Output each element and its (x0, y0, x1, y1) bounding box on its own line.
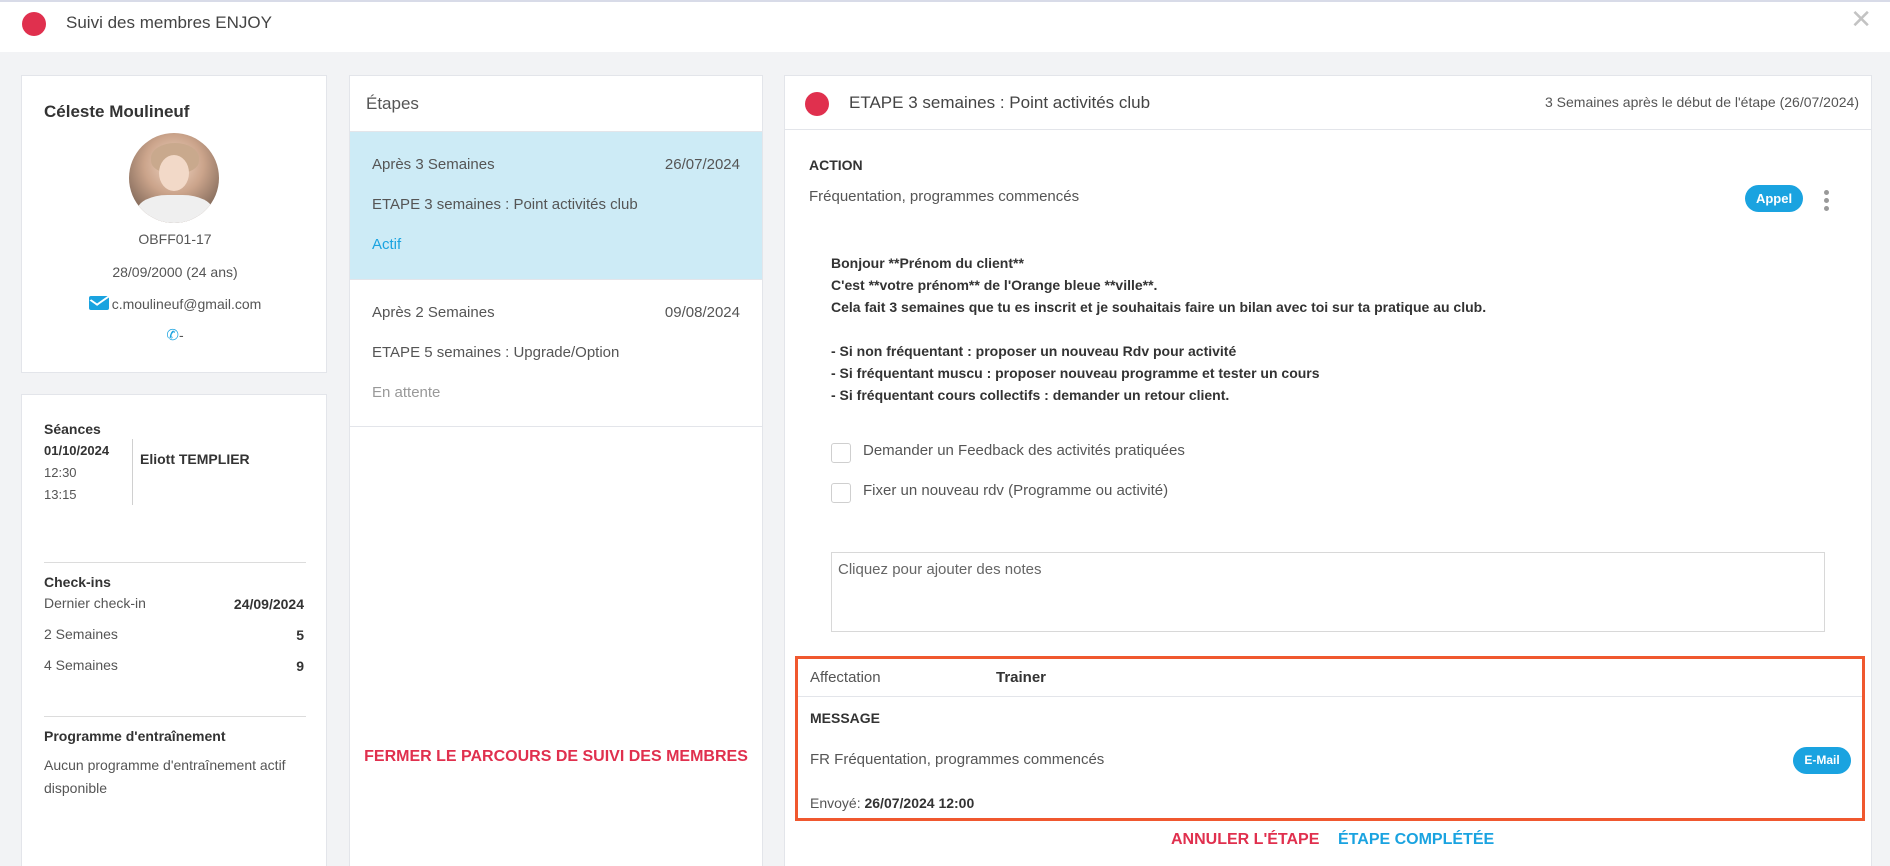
steps-title: Étapes (366, 94, 419, 113)
seance-divider (132, 439, 133, 505)
checkin-value: 9 (296, 658, 304, 674)
member-name: Céleste Moulineuf (44, 102, 190, 121)
program-text: disponible (44, 780, 108, 796)
step-name: ETAPE 5 semaines : Upgrade/Option (372, 344, 620, 361)
checkin-label: 4 Semaines (44, 657, 118, 673)
divider (44, 562, 306, 563)
checkin-value: 5 (296, 627, 304, 643)
avatar (129, 133, 219, 223)
member-phone-row[interactable]: ✆- (22, 326, 328, 344)
step-item-active[interactable]: Après 3 Semaines 26/07/2024 ETAPE 3 sema… (350, 131, 762, 279)
step-delay: Après 3 Semaines (372, 156, 495, 173)
detail-subtitle: 3 Semaines après le début de l'étape (26… (1544, 94, 1859, 110)
message-heading: MESSAGE (810, 710, 881, 726)
new-rdv-checkbox-label: Fixer un nouveau rdv (Programme ou activ… (863, 482, 1169, 499)
member-email[interactable]: c.moulineuf@gmail.com (112, 296, 262, 312)
member-email-row[interactable]: c.moulineuf@gmail.com (22, 296, 328, 312)
steps-panel: Étapes Après 3 Semaines 26/07/2024 ETAPE… (349, 75, 763, 866)
window-title: Suivi des membres ENJOY (66, 13, 272, 32)
status-dot-icon (805, 92, 829, 116)
seance-date: 01/10/2024 (44, 443, 110, 458)
script-line: Bonjour **Prénom du client** (831, 255, 1024, 271)
detail-header: ETAPE 3 semaines : Point activités club … (785, 76, 1871, 130)
avatar-shirt (137, 195, 213, 223)
notes-field[interactable]: Cliquez pour ajouter des notes (831, 552, 1825, 632)
complete-step-link[interactable]: ÉTAPE COMPLÉTÉE (1338, 831, 1494, 849)
mail-icon (88, 296, 109, 310)
sent-value: 26/07/2024 12:00 (864, 795, 975, 811)
sent-label: Envoyé: (810, 795, 861, 811)
step-status: En attente (372, 384, 441, 401)
step-detail-panel: ETAPE 3 semaines : Point activités club … (784, 75, 1872, 866)
cancel-step-link[interactable]: ANNULER L'ÉTAPE (1171, 831, 1319, 849)
member-birthdate: 28/09/2000 (24 ans) (112, 264, 238, 280)
feedback-checkbox-label: Demander un Feedback des activités prati… (863, 442, 1185, 459)
close-icon[interactable]: ✕ (1850, 6, 1872, 32)
script-line: C'est **votre prénom** de l'Orange bleue… (831, 277, 1158, 293)
member-id: OBFF01-17 (138, 231, 212, 247)
email-button[interactable]: E-Mail (1793, 747, 1851, 774)
step-name: ETAPE 3 semaines : Point activités club (372, 196, 638, 213)
action-text: Fréquentation, programmes commencés (809, 188, 1080, 205)
close-tracking-link[interactable]: FERMER LE PARCOURS DE SUIVI DES MEMBRES (350, 748, 762, 766)
checkin-label: 2 Semaines (44, 626, 118, 642)
enjoy-logo-dot (22, 12, 46, 36)
message-text: FR Fréquentation, programmes commencés (810, 751, 1105, 768)
affectation-label: Affectation (810, 669, 881, 686)
seance-coach: Eliott TEMPLIER (140, 451, 250, 467)
checkin-label: Dernier check-in (44, 595, 146, 611)
step-date: 26/07/2024 (664, 156, 740, 173)
new-rdv-checkbox[interactable] (831, 483, 851, 503)
detail-title: ETAPE 3 semaines : Point activités club (849, 93, 1151, 112)
affectation-value: Trainer (996, 669, 1047, 686)
step-date: 09/08/2024 (664, 304, 740, 321)
call-button[interactable]: Appel (1745, 185, 1803, 212)
action-heading: ACTION (809, 157, 863, 173)
member-profile-card: Céleste Moulineuf OBFF01-17 28/09/2000 (… (21, 75, 327, 373)
avatar-face (159, 155, 189, 191)
more-options-icon[interactable] (1824, 190, 1830, 214)
step-status: Actif (372, 236, 402, 253)
script-line (831, 318, 1486, 340)
script-line: - Si fréquentant muscu : proposer nouvea… (831, 365, 1320, 381)
script-line: Cela fait 3 semaines que tu es inscrit e… (831, 299, 1487, 315)
step-item[interactable]: Après 2 Semaines 09/08/2024 ETAPE 5 sema… (350, 279, 762, 427)
checkin-value: 24/09/2024 (233, 596, 304, 612)
sent-info: Envoyé: 26/07/2024 12:00 (810, 795, 974, 811)
seance-start: 12:30 (44, 465, 77, 480)
program-text: Aucun programme d'entraînement actif (44, 757, 286, 773)
seance-end: 13:15 (44, 487, 77, 502)
call-script: Bonjour **Prénom du client** C'est **vot… (831, 252, 1486, 406)
seances-heading: Séances (44, 421, 101, 437)
phone-icon: ✆ (166, 327, 179, 344)
script-line: - Si non fréquentant : proposer un nouve… (831, 343, 1237, 359)
feedback-checkbox[interactable] (831, 443, 851, 463)
affectation-row: Affectation Trainer (798, 659, 1862, 697)
member-phone: - (178, 327, 184, 343)
divider (44, 716, 306, 717)
message-section: Affectation Trainer MESSAGE FR Fréquenta… (795, 656, 1865, 821)
script-line: - Si fréquentant cours collectifs : dema… (831, 387, 1230, 403)
checkins-heading: Check-ins (44, 574, 111, 590)
member-stats-card: Séances 01/10/2024 12:30 13:15 Eliott TE… (21, 394, 327, 866)
program-heading: Programme d'entraînement (44, 728, 226, 744)
step-delay: Après 2 Semaines (372, 304, 495, 321)
window-header: Suivi des membres ENJOY ✕ (0, 0, 1890, 52)
